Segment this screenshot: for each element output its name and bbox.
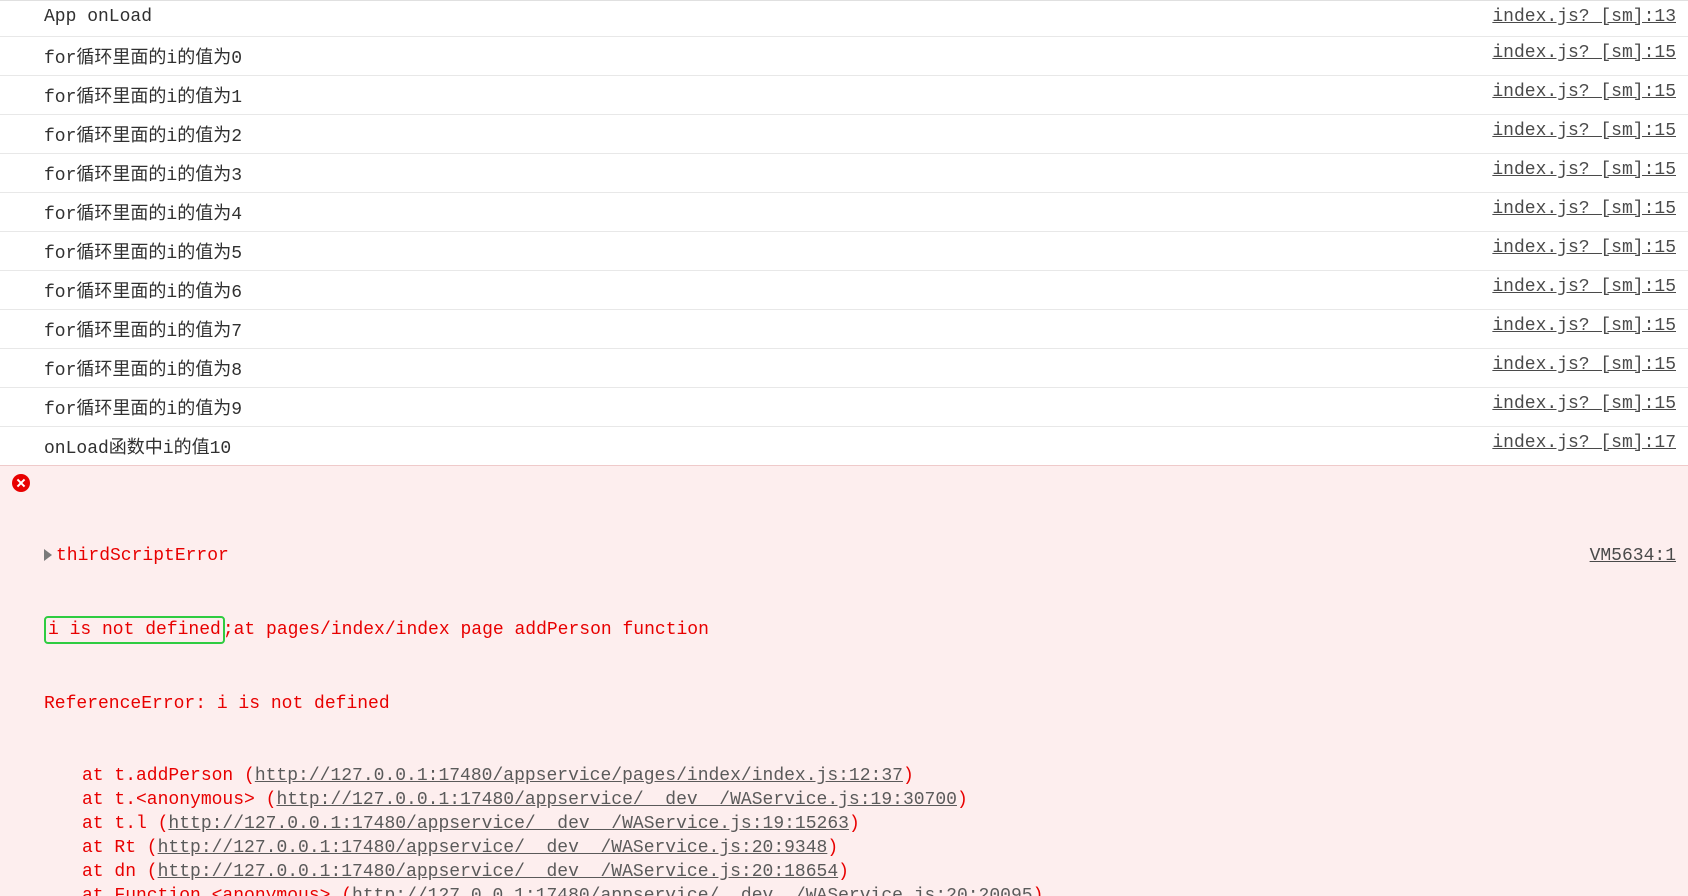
log-source-link[interactable]: index.js? [sm]:15 (1492, 277, 1676, 297)
error-highlight-after: ;at pages/index/index page addPerson fun… (223, 620, 709, 640)
stack-prefix: at dn ( (82, 862, 158, 882)
log-row: for循环里面的i的值为0 index.js? [sm]:15 (0, 36, 1688, 75)
log-source-link[interactable]: index.js? [sm]:15 (1492, 316, 1676, 336)
stack-suffix: ) (903, 766, 914, 786)
stack-link[interactable]: http://127.0.0.1:17480/appservice/__dev_… (158, 838, 828, 858)
log-row: for循环里面的i的值为6 index.js? [sm]:15 (0, 270, 1688, 309)
log-row: App onLoad index.js? [sm]:13 (0, 0, 1688, 36)
stack-trace: at t.addPerson (http://127.0.0.1:17480/a… (44, 764, 1676, 896)
stack-link[interactable]: http://127.0.0.1:17480/appservice/__dev_… (276, 790, 957, 810)
console-panel: App onLoad index.js? [sm]:13 for循环里面的i的值为0… (0, 0, 1688, 896)
log-message: for循环里面的i的值为4 (44, 199, 242, 225)
stack-frame: at dn (http://127.0.0.1:17480/appservice… (82, 860, 1676, 884)
console-error: thirdScriptError VM5634:1 i is not defin… (0, 465, 1688, 896)
stack-suffix: ) (1033, 886, 1044, 896)
log-source-link[interactable]: index.js? [sm]:15 (1492, 160, 1676, 180)
log-message: for循环里面的i的值为7 (44, 316, 242, 342)
log-row: for循环里面的i的值为9 index.js? [sm]:15 (0, 387, 1688, 426)
log-message: for循环里面的i的值为5 (44, 238, 242, 264)
log-source-link[interactable]: index.js? [sm]:15 (1492, 355, 1676, 375)
stack-link[interactable]: http://127.0.0.1:17480/appservice/pages/… (255, 766, 903, 786)
log-row: for循环里面的i的值为4 index.js? [sm]:15 (0, 192, 1688, 231)
stack-prefix: at t.addPerson ( (82, 766, 255, 786)
log-source-link[interactable]: index.js? [sm]:15 (1492, 121, 1676, 141)
stack-link[interactable]: http://127.0.0.1:17480/appservice/__dev_… (168, 814, 849, 834)
stack-frame: at Rt (http://127.0.0.1:17480/appservice… (82, 836, 1676, 860)
log-row: onLoad函数中i的值10 index.js? [sm]:17 (0, 426, 1688, 465)
stack-frame: at t.<anonymous> (http://127.0.0.1:17480… (82, 788, 1676, 812)
stack-frame: at Function.<anonymous> (http://127.0.0.… (82, 884, 1676, 896)
stack-suffix: ) (957, 790, 968, 810)
log-source-link[interactable]: index.js? [sm]:13 (1492, 7, 1676, 27)
error-highlight: i is not defined (44, 616, 225, 644)
log-source-link[interactable]: index.js? [sm]:15 (1492, 82, 1676, 102)
error-reference-line: ReferenceError: i is not defined (44, 692, 1676, 716)
log-source-link[interactable]: index.js? [sm]:15 (1492, 394, 1676, 414)
stack-suffix: ) (838, 862, 849, 882)
log-message: App onLoad (44, 7, 152, 27)
stack-frame: at t.addPerson (http://127.0.0.1:17480/a… (82, 764, 1676, 788)
stack-prefix: at t.l ( (82, 814, 168, 834)
log-message: for循环里面的i的值为9 (44, 394, 242, 420)
log-message: for循环里面的i的值为8 (44, 355, 242, 381)
log-row: for循环里面的i的值为1 index.js? [sm]:15 (0, 75, 1688, 114)
log-row: for循环里面的i的值为2 index.js? [sm]:15 (0, 114, 1688, 153)
log-message: for循环里面的i的值为6 (44, 277, 242, 303)
stack-prefix: at Rt ( (82, 838, 158, 858)
error-source-link[interactable]: VM5634:1 (1590, 544, 1676, 568)
stack-prefix: at Function.<anonymous> ( (82, 886, 352, 896)
log-row: for循环里面的i的值为8 index.js? [sm]:15 (0, 348, 1688, 387)
log-row: for循环里面的i的值为7 index.js? [sm]:15 (0, 309, 1688, 348)
log-message: for循环里面的i的值为2 (44, 121, 242, 147)
stack-prefix: at t.<anonymous> ( (82, 790, 276, 810)
error-title: thirdScriptError (56, 546, 229, 566)
stack-frame: at t.l (http://127.0.0.1:17480/appservic… (82, 812, 1676, 836)
stack-suffix: ) (849, 814, 860, 834)
log-source-link[interactable]: index.js? [sm]:15 (1492, 43, 1676, 63)
log-message: onLoad函数中i的值10 (44, 433, 231, 459)
disclosure-triangle-icon[interactable] (44, 549, 52, 561)
stack-link[interactable]: http://127.0.0.1:17480/appservice/__dev_… (352, 886, 1033, 896)
error-icon (12, 474, 30, 492)
error-title-line: thirdScriptError (44, 544, 229, 568)
log-row: for循环里面的i的值为5 index.js? [sm]:15 (0, 231, 1688, 270)
log-message: for循环里面的i的值为0 (44, 43, 242, 69)
log-row: for循环里面的i的值为3 index.js? [sm]:15 (0, 153, 1688, 192)
log-source-link[interactable]: index.js? [sm]:15 (1492, 199, 1676, 219)
stack-link[interactable]: http://127.0.0.1:17480/appservice/__dev_… (158, 862, 839, 882)
log-message: for循环里面的i的值为3 (44, 160, 242, 186)
log-source-link[interactable]: index.js? [sm]:15 (1492, 238, 1676, 258)
error-highlight-line: i is not defined;at pages/index/index pa… (44, 616, 1676, 644)
log-list: App onLoad index.js? [sm]:13 for循环里面的i的值为0… (0, 0, 1688, 465)
stack-suffix: ) (827, 838, 838, 858)
log-source-link[interactable]: index.js? [sm]:17 (1492, 433, 1676, 453)
log-message: for循环里面的i的值为1 (44, 82, 242, 108)
